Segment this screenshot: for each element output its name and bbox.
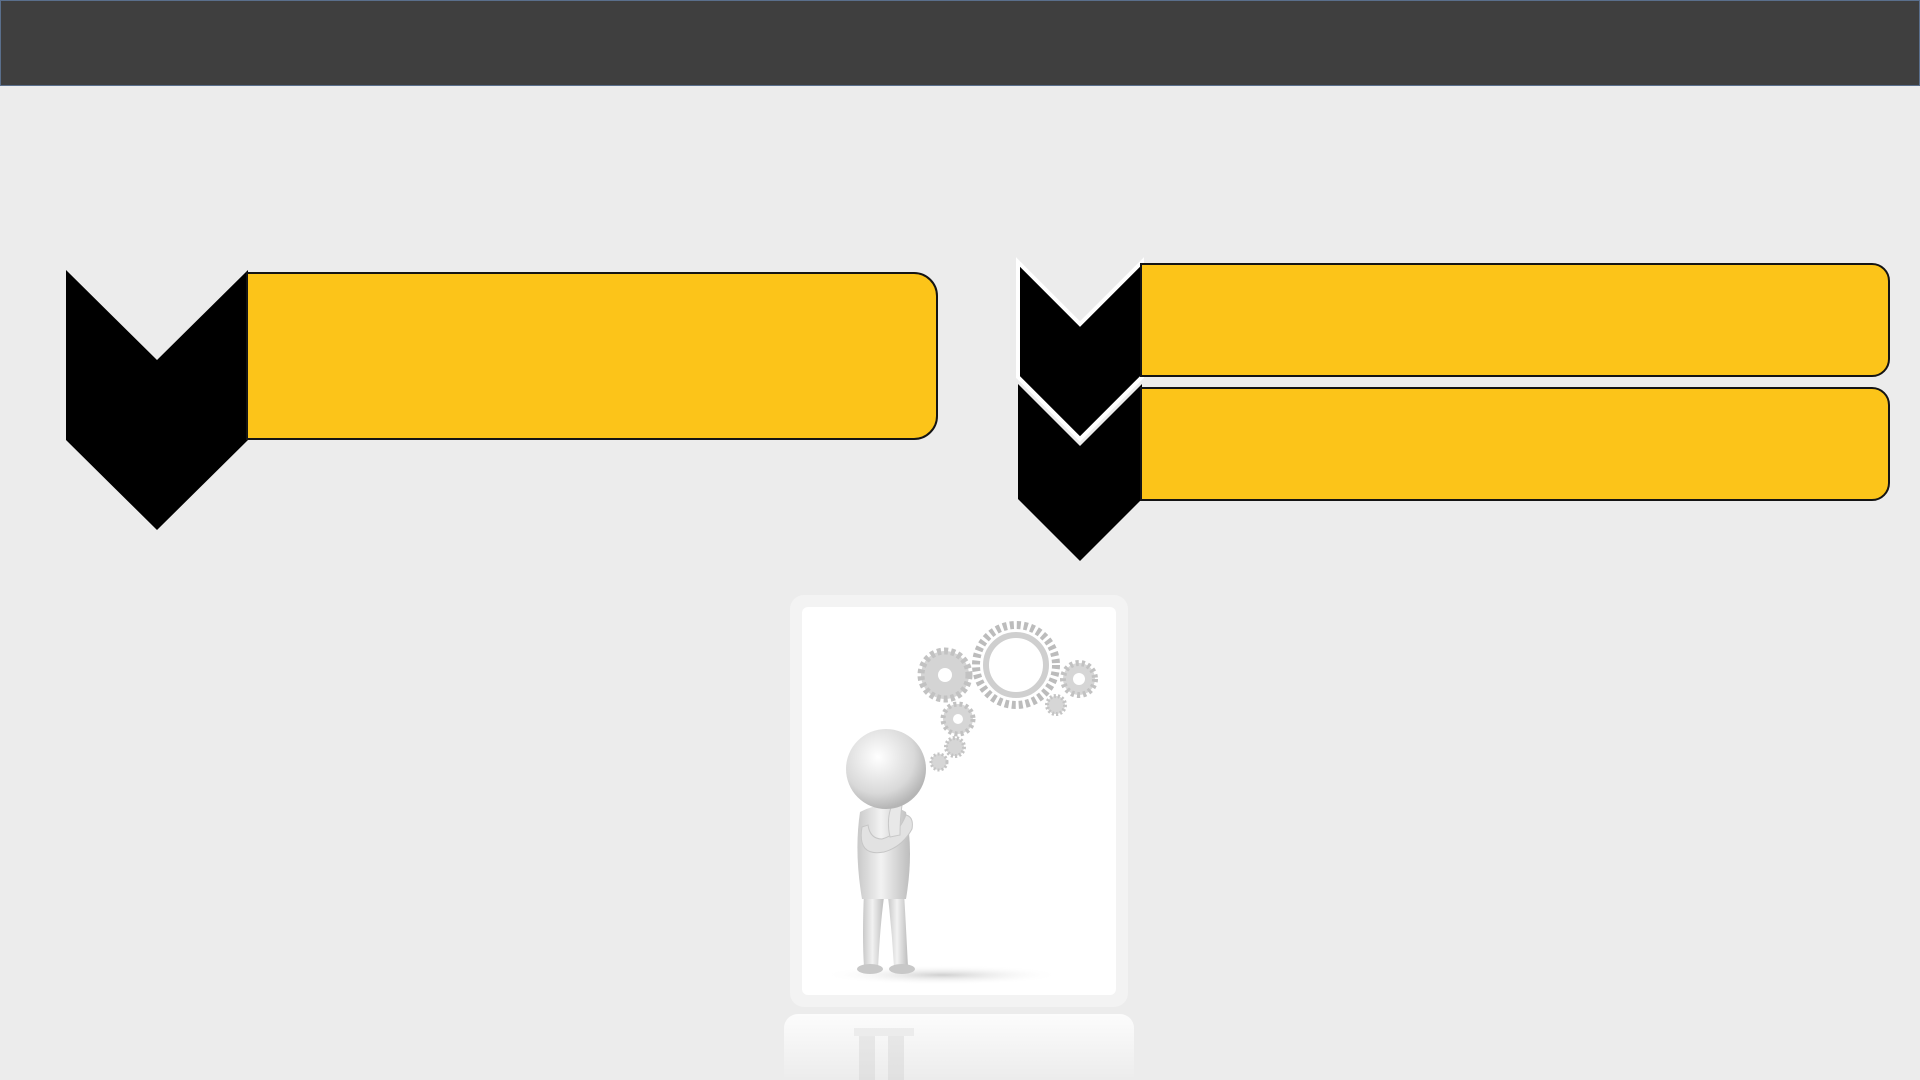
gear-icon — [972, 621, 1060, 709]
thinking-figure-illustration — [822, 621, 1098, 985]
chevron-down-icon — [66, 270, 248, 530]
gear-icon — [944, 736, 966, 758]
gear-icon — [940, 701, 976, 737]
left-label-box[interactable] — [246, 272, 938, 440]
illustration-card[interactable] — [790, 595, 1128, 1007]
gear-icon — [1060, 660, 1098, 698]
gear-icon — [1045, 694, 1067, 716]
gear-icon — [929, 752, 949, 772]
thinking-figure — [846, 729, 926, 974]
header-bar — [0, 0, 1920, 86]
right-label-box-bottom[interactable] — [1140, 387, 1890, 501]
reflection-figure — [854, 1028, 914, 1080]
illustration-reflection — [784, 1014, 1134, 1080]
illustration-frame — [802, 607, 1116, 995]
right-label-box-top[interactable] — [1140, 263, 1890, 377]
gear-icon — [917, 647, 973, 703]
chevron-down-icon — [1018, 384, 1142, 561]
slide-canvas — [0, 0, 1920, 1080]
